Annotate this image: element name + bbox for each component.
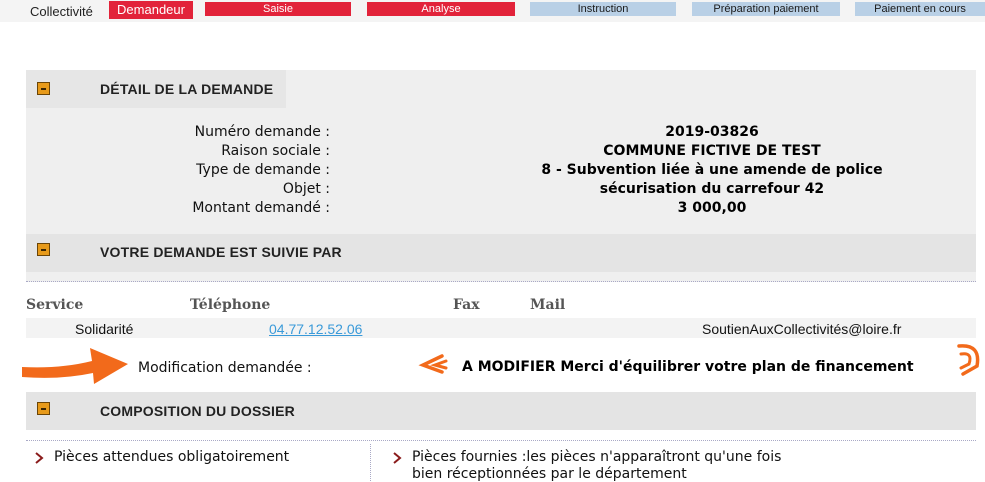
entity-label: Collectivité: [30, 4, 93, 19]
label-objet: Objet :: [282, 181, 330, 197]
value-numero: 2019-03826: [665, 124, 759, 140]
chevron-right-icon: [393, 452, 402, 464]
divider: [26, 281, 976, 282]
annotation-mark-right-icon: [957, 344, 980, 376]
annotation-mark-left-icon: [418, 354, 448, 374]
label-montant: Montant demandé :: [192, 200, 330, 216]
section-title-suivi: VOTRE DEMANDE EST SUIVIE PAR: [100, 244, 342, 260]
arrow-right-icon: [22, 348, 128, 384]
chevron-right-icon: [35, 452, 44, 464]
section-title-detail: DÉTAIL DE LA DEMANDE: [100, 81, 274, 97]
collapse-square-icon[interactable]: [37, 402, 50, 415]
section-title-dossier: COMPOSITION DU DOSSIER: [100, 403, 295, 419]
column-divider: [370, 444, 371, 481]
pieces-attendues-label[interactable]: Pièces attendues obligatoirement: [54, 449, 289, 465]
step-analyse[interactable]: Analyse: [367, 2, 515, 16]
cell-service: Solidarité: [75, 321, 134, 337]
step-saisie[interactable]: Saisie: [205, 2, 351, 16]
step-preparation-paiement[interactable]: Préparation paiement: [692, 2, 840, 16]
collapse-square-icon[interactable]: [37, 243, 50, 256]
step-instruction[interactable]: Instruction: [530, 2, 676, 16]
label-raison-sociale: Raison sociale :: [221, 143, 330, 159]
phone-link[interactable]: 04.77.12.52.06: [269, 321, 362, 337]
workflow-bar: Collectivité Demandeur Saisie Analyse In…: [0, 0, 985, 22]
cell-mail: SoutienAuxCollectivités@loire.fr: [702, 321, 902, 337]
value-objet: sécurisation du carrefour 42: [599, 181, 825, 197]
pieces-fournies-note: bien réceptionnées par le département: [412, 466, 687, 482]
label-numero: Numéro demande :: [194, 124, 330, 140]
pieces-fournies-label[interactable]: Pièces fournies :les pièces n'apparaîtro…: [412, 449, 781, 465]
column-header-fax: Fax: [453, 297, 480, 313]
column-header-mail: Mail: [530, 297, 566, 313]
divider: [26, 440, 976, 441]
step-demandeur[interactable]: Demandeur: [109, 1, 193, 19]
column-header-service: Service: [26, 297, 84, 313]
value-montant: 3 000,00: [677, 200, 747, 216]
value-raison-sociale: COMMUNE FICTIVE DE TEST: [603, 143, 821, 159]
modification-value: A MODIFIER Merci d'équilibrer votre plan…: [462, 359, 914, 375]
modification-label: Modification demandée :: [138, 360, 312, 376]
column-header-telephone: Téléphone: [190, 297, 271, 313]
value-type-demande: 8 - Subvention liée à une amende de poli…: [541, 162, 883, 178]
label-type-demande: Type de demande :: [196, 162, 330, 178]
step-paiement-en-cours[interactable]: Paiement en cours: [855, 2, 985, 16]
collapse-square-icon[interactable]: [37, 82, 50, 95]
